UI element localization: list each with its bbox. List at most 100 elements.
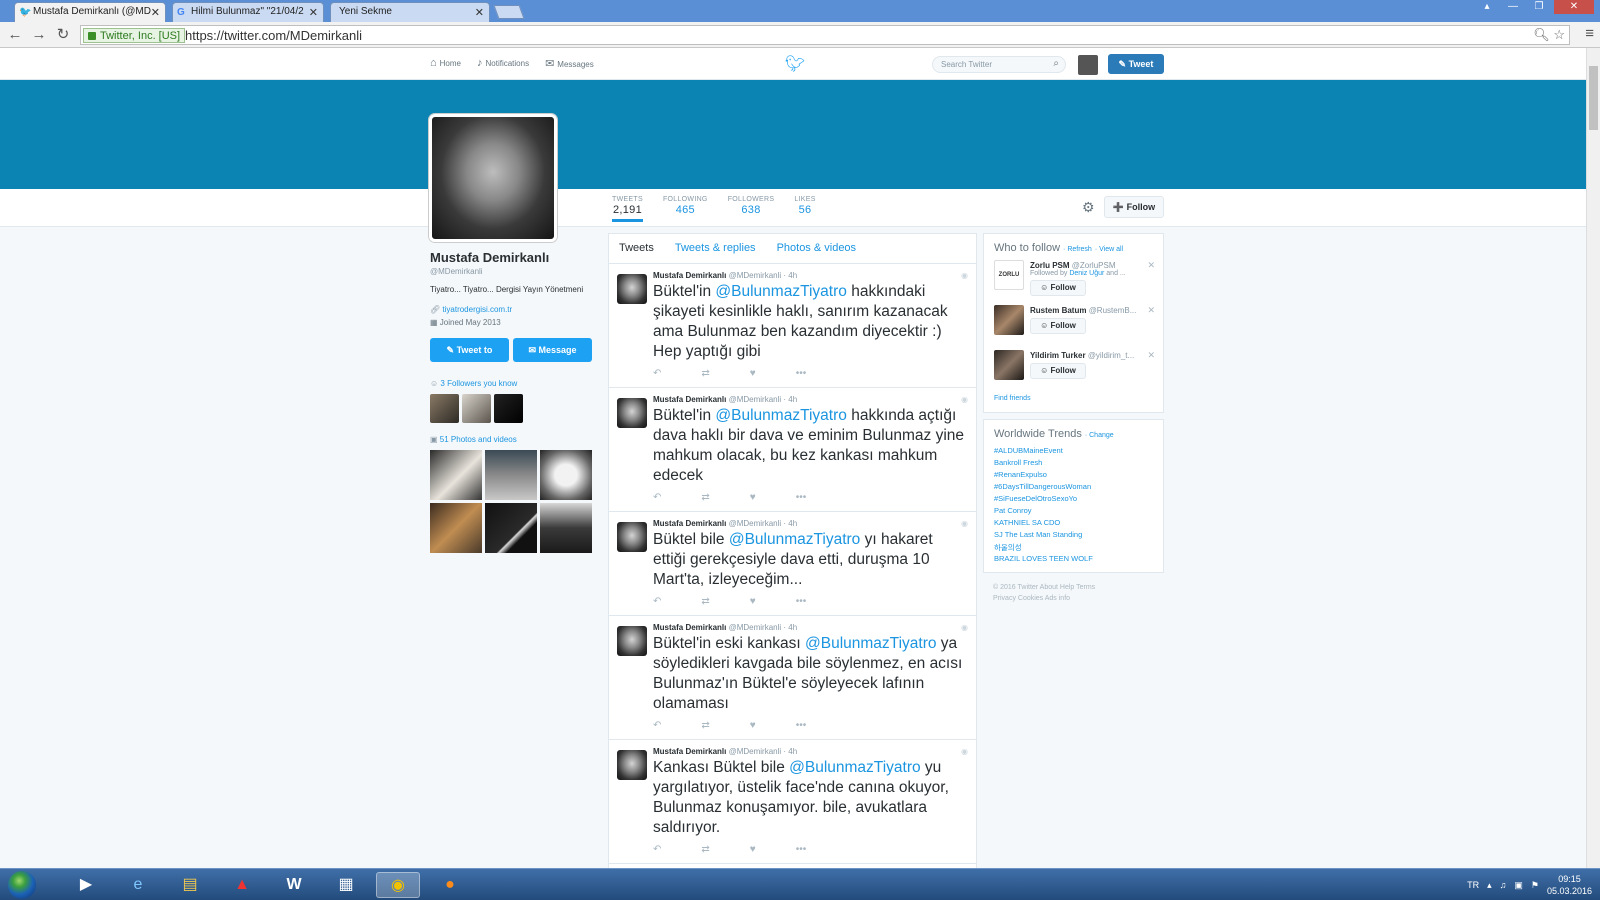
media-thumbnail[interactable] — [540, 450, 592, 500]
profile-website[interactable]: 🔗︎ tiyatrodergisi.com.tr — [430, 305, 595, 314]
dismiss-icon[interactable]: ✕ — [1147, 350, 1155, 361]
firefox-icon[interactable]: ● — [428, 872, 472, 898]
refresh-text[interactable]: Refresh — [1067, 246, 1092, 253]
action-center-icon[interactable]: ⚑ — [1531, 880, 1539, 891]
tweet-author[interactable]: Mustafa Demirkanlı — [653, 519, 726, 528]
media-thumbnail[interactable] — [540, 503, 592, 553]
network-icon[interactable]: ▣ — [1514, 880, 1523, 891]
heart-icon[interactable]: ♥ — [750, 492, 756, 503]
reload-icon[interactable]: ↻ — [54, 26, 72, 44]
tweet[interactable]: Mustafa Demirkanlı @MDemirkanli · 4h ◉ B… — [609, 616, 976, 740]
follower-avatar[interactable] — [494, 394, 523, 423]
clock[interactable]: 09:15 05.03.2016 — [1547, 873, 1592, 897]
user-name[interactable]: Rustem Batum — [1030, 306, 1086, 315]
tweet-handle[interactable]: @MDemirkanli — [729, 747, 782, 756]
twitter-bird-icon[interactable]: 🐦︎ — [785, 54, 805, 74]
tweet-avatar[interactable] — [617, 522, 647, 552]
chevron-down-icon[interactable]: ◉ — [961, 747, 968, 756]
tweet-mention[interactable]: @BulunmazTiyatro — [789, 759, 920, 776]
tweet-handle[interactable]: @MDemirkanli — [729, 519, 782, 528]
retweet-icon[interactable]: ⇄ — [701, 720, 709, 731]
forward-icon[interactable]: → — [30, 26, 48, 44]
start-button[interactable] — [8, 871, 36, 899]
refresh-link[interactable]: · Refresh — [1063, 246, 1092, 253]
restore-button[interactable]: ❐ — [1528, 0, 1550, 14]
reply-icon[interactable]: ↶ — [653, 720, 661, 731]
trend-item[interactable]: Pat Conroy — [984, 505, 1163, 517]
nav-notifications[interactable]: ♪ Notifications — [477, 57, 529, 70]
more-icon[interactable]: ••• — [796, 368, 807, 379]
nav-home[interactable]: ⌂ Home — [430, 57, 461, 70]
more-icon[interactable]: ••• — [796, 596, 807, 607]
suggested-follow-button[interactable]: ☺ Follow — [1030, 363, 1086, 379]
suggested-user-name[interactable]: Zorlu PSM @ZorluPSM — [1030, 260, 1163, 270]
tweet-avatar[interactable] — [617, 274, 647, 304]
user-icon[interactable]: ▴ — [1476, 0, 1498, 14]
tweet-handle[interactable]: @MDemirkanli — [729, 395, 782, 404]
tweet[interactable]: Mustafa Demirkanlı @MDemirkanli · 4h ◉ K… — [609, 740, 976, 864]
suggested-user[interactable]: Rustem Batum @RustemB... ✕ ☺ Follow — [984, 305, 1163, 344]
media-player-icon[interactable]: ▶ — [64, 872, 108, 898]
trend-item[interactable]: 하울의성 — [984, 541, 1163, 553]
dismiss-icon[interactable]: ✕ — [1147, 305, 1155, 316]
heart-icon[interactable]: ♥ — [750, 596, 756, 607]
suggested-user-avatar[interactable] — [994, 350, 1024, 380]
user-name[interactable]: Yildirim Turker — [1030, 351, 1086, 360]
tweet-time[interactable]: 4h — [788, 271, 797, 280]
word-icon[interactable]: W — [272, 872, 316, 898]
suggested-user[interactable]: Yildirim Turker @yildirim_t... ✕ ☺ Follo… — [984, 350, 1163, 389]
internet-explorer-icon[interactable]: e — [116, 872, 160, 898]
retweet-icon[interactable]: ⇄ — [701, 492, 709, 503]
user-name[interactable]: Zorlu PSM — [1030, 261, 1070, 270]
tweet-to-button[interactable]: ✎ Tweet to — [430, 338, 509, 362]
tweet[interactable]: Mustafa Demirkanlı @MDemirkanli · 4h ◉ B… — [609, 512, 976, 616]
tweet-time[interactable]: 4h — [788, 395, 797, 404]
suggested-user-avatar[interactable] — [994, 305, 1024, 335]
trend-item[interactable]: BRAZIL LOVES TEEN WOLF — [984, 553, 1163, 565]
retweet-icon[interactable]: ⇄ — [701, 596, 709, 607]
followers-you-know-link[interactable]: ☺ 3 Followers you know — [430, 379, 595, 388]
stat-following[interactable]: FOLLOWING 465 — [663, 196, 708, 222]
new-tab-button[interactable] — [493, 5, 525, 19]
stat-followers[interactable]: FOLLOWERS 638 — [728, 196, 775, 222]
tweet-author[interactable]: Mustafa Demirkanlı — [653, 747, 726, 756]
suggested-follow-button[interactable]: ☺ Follow — [1030, 280, 1086, 296]
retweet-icon[interactable]: ⇄ — [701, 368, 709, 379]
followers-you-know-text[interactable]: 3 Followers you know — [440, 379, 517, 388]
tweet-time[interactable]: 4h — [788, 747, 797, 756]
followed-by-user[interactable]: Deniz Uğur — [1069, 270, 1104, 277]
back-icon[interactable]: ← — [6, 26, 24, 44]
tab-photos-videos[interactable]: Photos & videos — [777, 242, 857, 263]
view-all-link[interactable]: · View all — [1095, 246, 1123, 253]
suggested-user[interactable]: ZORLU Zorlu PSM @ZorluPSM Followed by De… — [984, 260, 1163, 299]
show-hidden-icons-icon[interactable]: ▴ — [1487, 880, 1492, 891]
follow-button[interactable]: ➕ Follow — [1104, 196, 1164, 218]
find-friends-link[interactable]: Find friends — [984, 389, 1163, 408]
change-text[interactable]: Change — [1089, 432, 1114, 439]
tweet-mention[interactable]: @BulunmazTiyatro — [805, 635, 936, 652]
more-icon[interactable]: ••• — [796, 492, 807, 503]
chevron-down-icon[interactable]: ◉ — [961, 395, 968, 404]
trend-item[interactable]: #SiFueseDelOtroSexoYo — [984, 493, 1163, 505]
search-input[interactable]: Search Twitter ⌕ — [932, 56, 1066, 73]
user-handle[interactable]: @ZorluPSM — [1072, 261, 1116, 270]
profile-avatar[interactable] — [429, 114, 557, 242]
reply-icon[interactable]: ↶ — [653, 492, 661, 503]
media-thumbnail[interactable] — [430, 450, 482, 500]
search-icon[interactable]: ⌕ — [1053, 58, 1059, 69]
suggested-user-name[interactable]: Rustem Batum @RustemB... — [1030, 305, 1163, 315]
page-scrollbar[interactable] — [1586, 48, 1600, 868]
trend-item[interactable]: #RenanExpulso — [984, 469, 1163, 481]
more-icon[interactable]: ••• — [796, 720, 807, 731]
tweet-author[interactable]: Mustafa Demirkanlı — [653, 271, 726, 280]
tweet-avatar[interactable] — [617, 398, 647, 428]
tweet[interactable]: Mustafa Demirkanlı @MDemirkanli · 4h ◉ B… — [609, 388, 976, 512]
stat-tweets[interactable]: TWEETS 2,191 — [612, 196, 643, 222]
browser-tab-google[interactable]: G Hilmi Bulunmaz" "21/04/2 ✕ — [172, 2, 324, 22]
chevron-down-icon[interactable]: ◉ — [961, 271, 968, 280]
trend-item[interactable]: Bankroll Fresh — [984, 457, 1163, 469]
follower-avatar[interactable] — [462, 394, 491, 423]
zoom-icon[interactable]: 🔍︎ ☆ — [1533, 27, 1565, 43]
tweet-author[interactable]: Mustafa Demirkanlı — [653, 623, 726, 632]
stat-likes[interactable]: LIKES 56 — [794, 196, 815, 222]
